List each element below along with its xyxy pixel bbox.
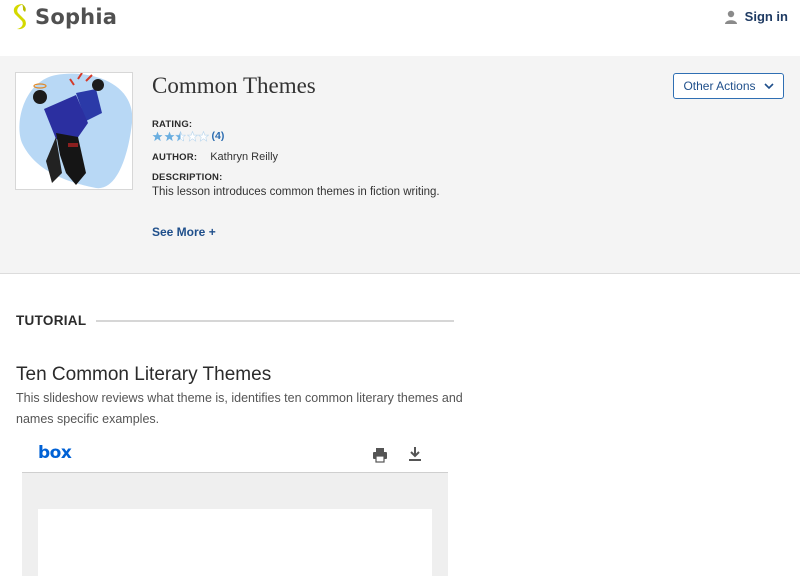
viewer-canvas[interactable]	[22, 473, 448, 576]
tutorial-title: Ten Common Literary Themes	[16, 364, 272, 385]
author-row: AUTHOR: Kathryn Reilly	[152, 151, 278, 163]
rating-label: RATING:	[152, 119, 193, 130]
sign-in-link[interactable]: Sign in	[724, 9, 788, 24]
description-label: DESCRIPTION:	[152, 172, 223, 183]
star-filled-icon	[152, 130, 163, 141]
rating-count[interactable]: (4)	[212, 130, 225, 142]
tutorial-section-header: TUTORIAL	[16, 313, 454, 328]
document-page	[38, 509, 432, 576]
other-actions-label: Other Actions	[683, 79, 756, 93]
rating-stars[interactable]: (4)	[152, 130, 224, 142]
tutorial-description: This slideshow reviews what theme is, id…	[16, 391, 463, 426]
chevron-down-icon	[763, 83, 774, 90]
section-label: TUTORIAL	[16, 313, 87, 328]
sophia-logo[interactable]: Sophia	[10, 3, 117, 31]
viewer-toolbar: box	[22, 438, 448, 473]
star-filled-icon	[163, 130, 175, 141]
site-header: Sophia Sign in	[0, 0, 800, 56]
user-icon	[724, 10, 737, 24]
author-label: AUTHOR:	[152, 152, 198, 163]
lesson-thumbnail	[15, 72, 133, 190]
author-name: Kathryn Reilly	[210, 151, 279, 163]
box-document-viewer: box	[22, 438, 448, 576]
lesson-illustration-image	[19, 73, 132, 189]
sophia-logo-icon	[13, 4, 26, 30]
star-empty-icon	[198, 130, 209, 142]
lesson-title: Common Themes	[152, 73, 316, 98]
see-more-link[interactable]: See More +	[152, 225, 216, 239]
sign-in-label: Sign in	[744, 9, 788, 24]
box-logo[interactable]: box	[38, 443, 72, 463]
lesson-description: This lesson introduces common themes in …	[152, 186, 440, 198]
download-icon[interactable]	[407, 446, 423, 462]
section-divider	[96, 319, 454, 322]
logo-text: Sophia	[35, 5, 118, 29]
print-icon[interactable]	[372, 447, 388, 463]
other-actions-button[interactable]: Other Actions	[673, 73, 784, 99]
star-half-icon	[175, 130, 186, 142]
star-empty-icon	[186, 130, 198, 142]
lesson-banner: Common Themes RATING: (4) AUTHOR: Kathry…	[0, 56, 800, 274]
